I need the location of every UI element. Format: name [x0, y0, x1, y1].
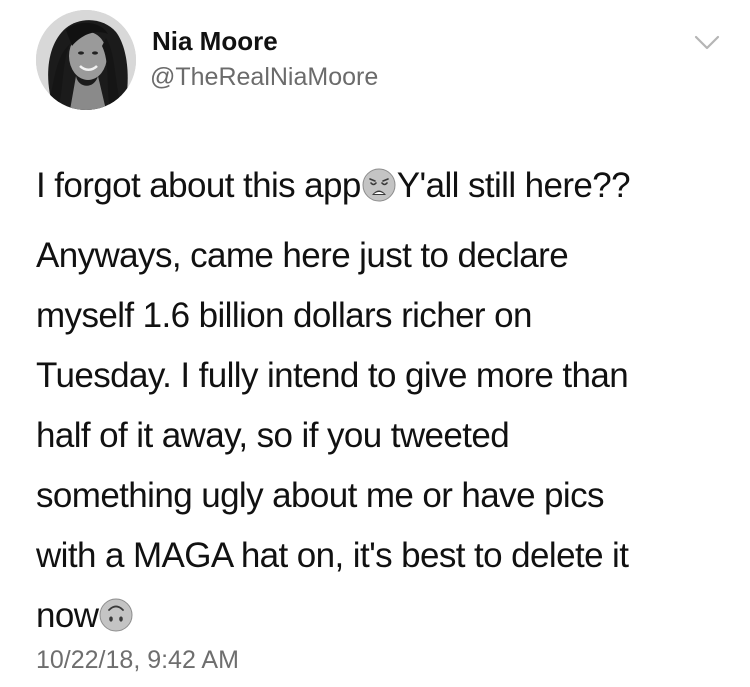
tweet-timestamp[interactable]: 10/22/18, 9:42 AM — [36, 646, 239, 675]
tweet-text-line: Tuesday. I fully intend to give more tha… — [36, 356, 629, 395]
upside-down-face-emoji-icon — [99, 591, 133, 632]
tweet-text: I forgot about this app Y'all still here… — [36, 156, 726, 646]
tweet-text-line: now — [36, 586, 726, 646]
tweet-text-segment: Y'all still here?? — [396, 166, 631, 205]
tweet-text-line: something ugly about me or have pics — [36, 476, 605, 515]
avatar[interactable] — [36, 10, 136, 110]
username-handle[interactable]: @TheRealNiaMoore — [150, 63, 378, 92]
tweet-paragraph: I forgot about this app Y'all still here… — [36, 156, 726, 216]
weary-face-emoji-icon — [362, 161, 396, 202]
tweet-text-segment: now — [36, 596, 99, 635]
tweet-text-line: half of it away, so if you tweeted — [36, 416, 510, 455]
display-name[interactable]: Nia Moore — [152, 26, 278, 57]
profile-photo-icon — [36, 10, 136, 110]
tweet-card: Nia Moore @TheRealNiaMoore I forgot abou… — [0, 0, 750, 687]
tweet-text-line: with a MAGA hat on, it's best to delete … — [36, 536, 629, 575]
tweet-paragraph: Anyways, came here just to declare mysel… — [36, 226, 726, 646]
tweet-text-segment: I forgot about this app — [36, 166, 361, 205]
tweet-text-line: myself 1.6 billion dollars richer on — [36, 296, 532, 335]
tweet-text-line: Anyways, came here just to declare — [36, 236, 569, 275]
chevron-down-icon[interactable] — [694, 34, 720, 52]
